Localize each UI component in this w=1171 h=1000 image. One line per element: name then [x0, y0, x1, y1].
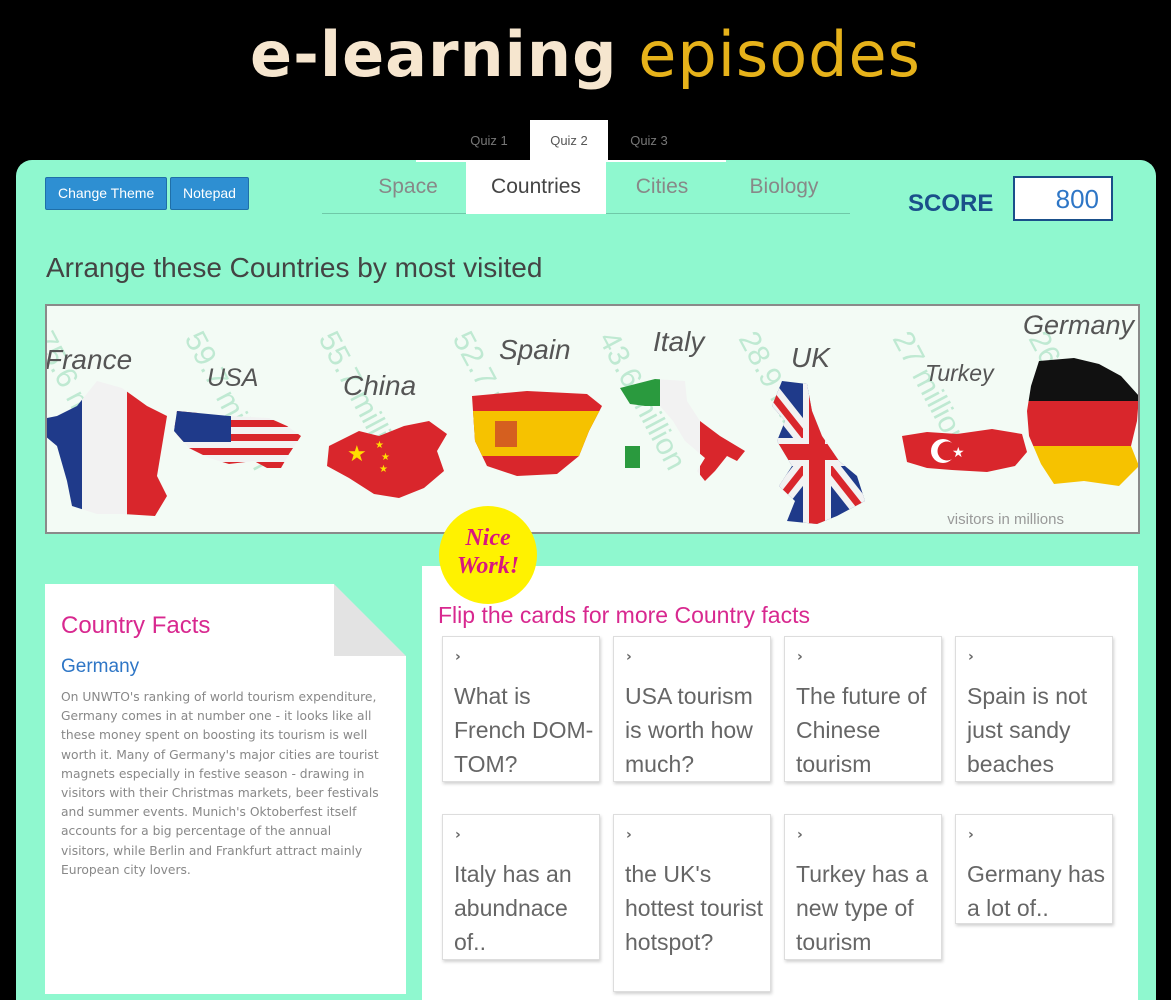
subject-tabs: Space Countries Cities Biology [322, 160, 850, 214]
tab-cities[interactable]: Cities [612, 162, 712, 214]
spain-map-icon [472, 391, 602, 476]
fact-card[interactable]: › USA tourism is worth how much? [613, 636, 771, 782]
svg-text:★: ★ [375, 440, 384, 451]
country-name: USA [207, 364, 259, 392]
country-name: China [343, 370, 417, 401]
fact-card[interactable]: › Italy has an abundnace of.. [442, 814, 600, 960]
country-tile-germany[interactable]: 26 million Germany [1019, 306, 1138, 532]
chevron-right-icon: › [968, 827, 974, 843]
nice-work-line1: Nice [465, 525, 511, 551]
country-name: Italy [653, 326, 705, 357]
fact-card[interactable]: › What is French DOM-TOM? [442, 636, 600, 782]
chevron-right-icon: › [968, 649, 974, 665]
country-facts-panel: Country Facts Germany On UNWTO's ranking… [45, 584, 406, 994]
turkey-map-icon: ★ [902, 429, 1027, 472]
facts-country: Germany [61, 656, 140, 677]
germany-map-icon [1027, 358, 1138, 486]
chevron-right-icon: › [626, 827, 632, 843]
visitors-note: visitors in millions [947, 511, 1064, 528]
chevron-right-icon: › [455, 649, 461, 665]
country-name: Turkey [925, 360, 994, 386]
svg-text:★: ★ [379, 464, 388, 475]
card-text: USA tourism is worth how much? [625, 683, 753, 777]
france-map-icon [47, 381, 167, 516]
card-text: Germany has a lot of.. [967, 861, 1106, 921]
chevron-right-icon: › [797, 649, 803, 665]
card-text: What is French DOM-TOM? [454, 683, 594, 777]
card-text: Italy has an abundnace of.. [454, 861, 572, 955]
country-name: France [45, 344, 133, 375]
score-label: SCORE [908, 190, 994, 217]
fact-card[interactable]: › Germany has a lot of.. [955, 814, 1113, 924]
country-tile-spain[interactable]: 52.7 million Spain [446, 306, 607, 532]
svg-text:★: ★ [347, 442, 367, 467]
uk-map-icon [772, 381, 865, 524]
header: e-learning episodes [0, 0, 1171, 120]
country-arrange-area: 75.6 million France 59.7 million [45, 304, 1140, 534]
chevron-right-icon: › [455, 827, 461, 843]
arrange-instruction: Arrange these Countries by most visited [46, 252, 543, 283]
chevron-right-icon: › [797, 827, 803, 843]
country-name: Spain [499, 334, 571, 365]
notepad-button[interactable]: Notepad [170, 177, 249, 210]
logo-word-episodes: episodes [638, 18, 921, 91]
country-tile-france[interactable]: 75.6 million France [45, 306, 177, 532]
country-tile-turkey[interactable]: 27 million ★ Turkey [886, 306, 1037, 532]
country-tile-usa[interactable]: 59.7 million USA [169, 306, 309, 532]
tab-biology[interactable]: Biology [722, 162, 846, 214]
nice-work-line2: Work! [456, 553, 520, 579]
page-fold-corner [334, 584, 406, 656]
china-map-icon: ★ ★ ★ ★ [327, 421, 447, 498]
usa-map-icon [174, 411, 301, 468]
card-text: the UK's hottest tourist hotspot? [625, 861, 764, 955]
fact-card[interactable]: › Turkey has a new type of tourism [784, 814, 942, 960]
score-value: 800 [1013, 176, 1113, 221]
quiz-tabs: Quiz 1 Quiz 2 Quiz 3 [416, 120, 726, 162]
tab-space[interactable]: Space [346, 162, 470, 214]
nice-work-badge: Nice Work! [439, 506, 537, 604]
facts-text: On UNWTO's ranking of world tourism expe… [61, 690, 379, 877]
svg-text:★: ★ [952, 445, 965, 461]
country-tile-italy[interactable]: 43.6 million Italy [592, 306, 751, 532]
facts-title: Country Facts [61, 612, 211, 639]
fact-card[interactable]: › the UK's hottest tourist hotspot? [613, 814, 771, 992]
card-text: Spain is not just sandy beaches [967, 683, 1088, 777]
site-logo[interactable]: e-learning episodes [0, 18, 1171, 91]
country-name: UK [791, 342, 830, 373]
card-text: The future of Chinese tourism [796, 683, 927, 777]
cards-title: Flip the cards for more Country facts [438, 602, 810, 628]
country-tile-uk[interactable]: 28.9 million UK [732, 306, 891, 532]
quiz-tab-underline [416, 160, 726, 162]
tab-quiz-2[interactable]: Quiz 2 [530, 120, 608, 162]
logo-word-elearning: e-learning [250, 18, 618, 91]
country-name: Germany [1023, 310, 1135, 340]
card-text: Turkey has a new type of tourism [796, 861, 929, 955]
fact-card[interactable]: › Spain is not just sandy beaches [955, 636, 1113, 782]
country-tile-china[interactable]: 55.7 million ★ ★ ★ ★ China [312, 306, 459, 532]
fact-cards-panel: Flip the cards for more Country facts › … [422, 566, 1138, 1000]
italy-map-icon [620, 379, 745, 481]
tab-quiz-1[interactable]: Quiz 1 [450, 120, 528, 162]
tab-countries[interactable]: Countries [466, 162, 606, 214]
fact-card[interactable]: › The future of Chinese tourism [784, 636, 942, 782]
quiz-panel: Change Theme Notepad Space Countries Cit… [16, 160, 1156, 1000]
svg-text:★: ★ [381, 452, 390, 463]
chevron-right-icon: › [626, 649, 632, 665]
change-theme-button[interactable]: Change Theme [45, 177, 168, 210]
tab-quiz-3[interactable]: Quiz 3 [610, 120, 688, 162]
